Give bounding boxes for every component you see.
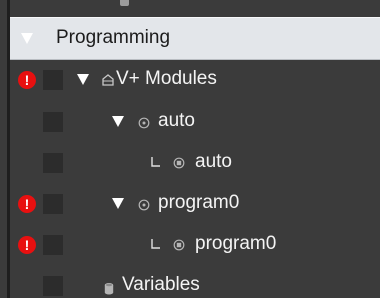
checkbox[interactable] [43,194,63,214]
checkbox[interactable] [43,112,63,132]
tree-item-label: program0 [158,192,240,213]
tree-item-label: V+ Modules [116,68,217,89]
checkbox[interactable] [43,276,63,296]
tree-item-vplus-modules[interactable]: ! V+ Modules [0,59,380,99]
folder-icon [102,74,114,86]
tree-item-label: Variables [122,274,200,295]
expand-triangle-icon[interactable] [21,33,33,44]
tree-item-variables[interactable]: Variables [0,265,380,298]
tree-header-label: Programming [56,27,171,48]
tree-item-program0-program[interactable]: ! program0 [0,223,380,263]
tree-connector-icon [151,239,160,249]
expand-triangle-icon[interactable] [112,116,124,127]
tree-item-label: program0 [195,233,277,254]
project-tree-panel: Programming ! V+ Modules auto auto ! pro… [0,0,380,298]
program-icon [173,239,185,251]
program-icon [173,157,185,169]
checkbox[interactable] [43,70,63,90]
checkbox[interactable] [43,153,63,173]
tree-item-label: auto [158,110,195,131]
expand-triangle-icon[interactable] [112,198,124,209]
tree-connector-icon [151,157,160,167]
scrolled-item-icon [120,0,129,6]
tree-item-program0-module[interactable]: ! program0 [0,183,380,223]
error-icon: ! [18,236,36,254]
module-icon [138,117,150,129]
checkbox[interactable] [43,235,63,255]
error-icon: ! [18,71,36,89]
tree-item-label: auto [195,151,232,172]
tree-item-auto-program[interactable]: auto [0,141,380,181]
database-icon [104,283,114,295]
error-icon: ! [18,195,36,213]
tree-item-auto-module[interactable]: auto [0,101,380,141]
module-icon [138,199,150,211]
expand-triangle-icon[interactable] [77,74,89,85]
